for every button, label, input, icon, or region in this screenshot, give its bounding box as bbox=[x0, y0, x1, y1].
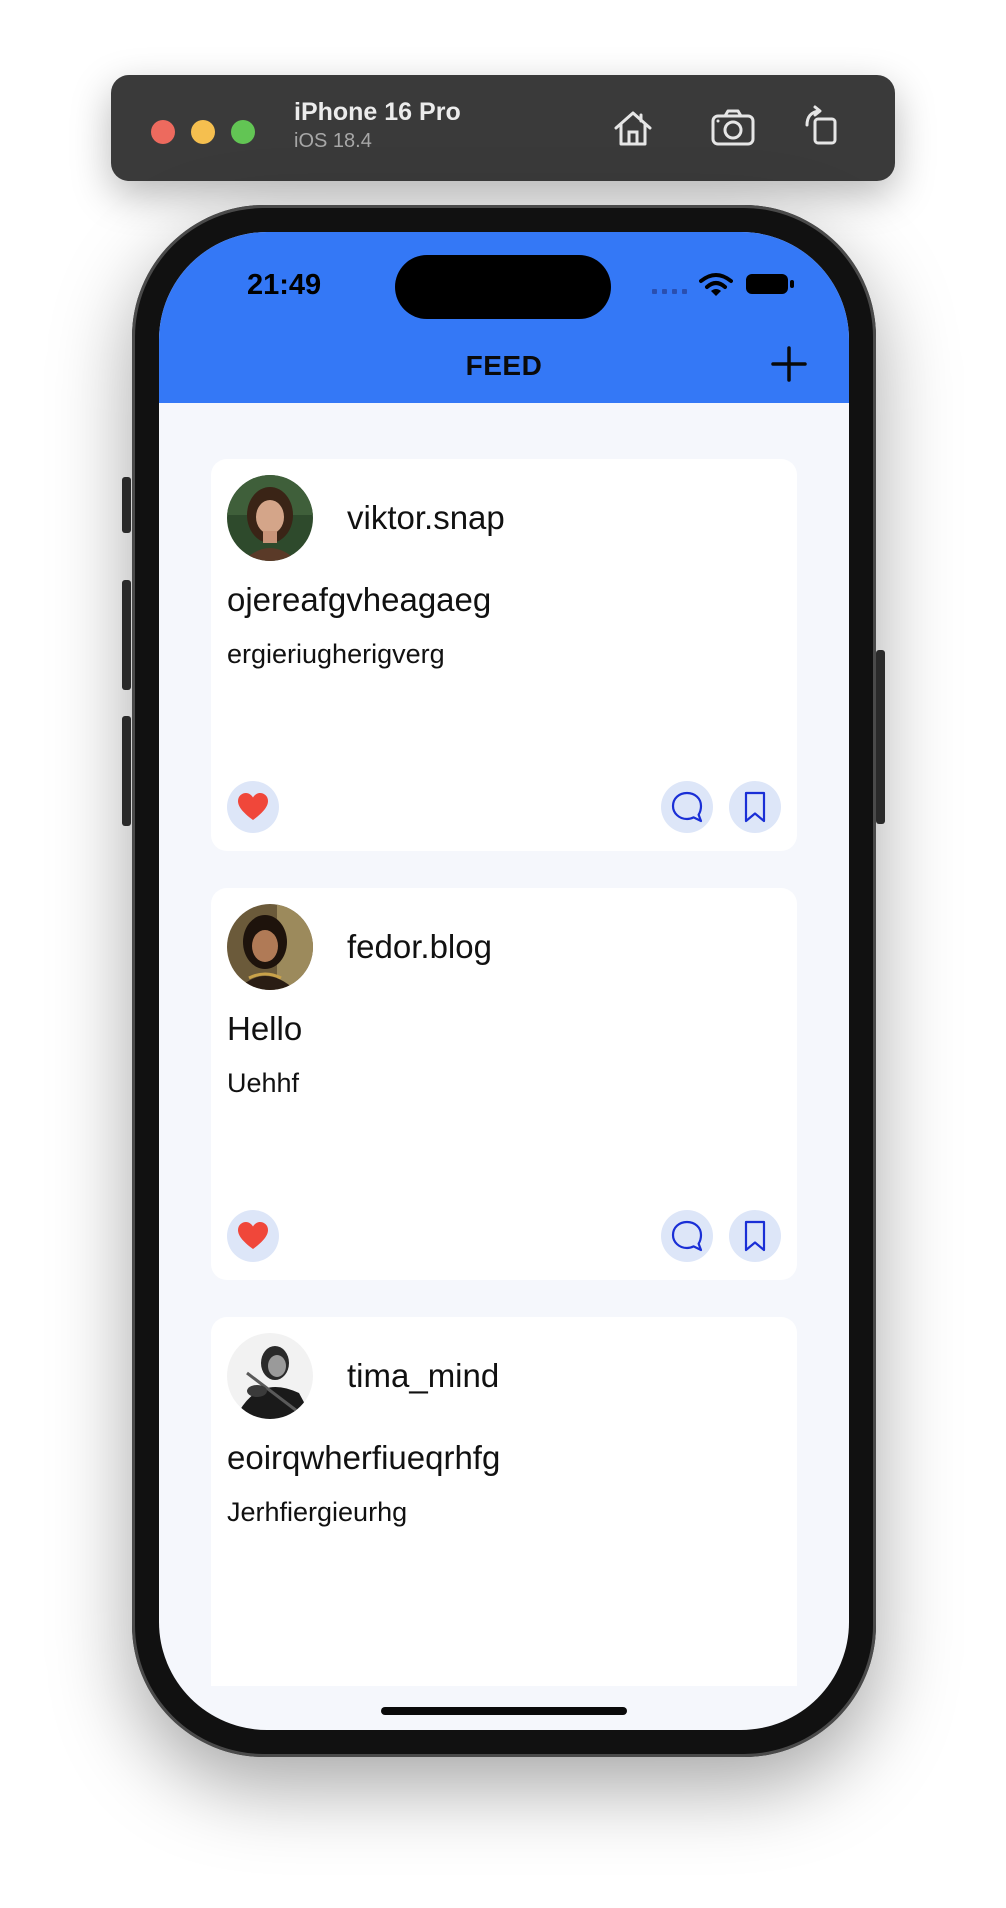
like-button[interactable] bbox=[227, 781, 279, 833]
bookmark-icon bbox=[744, 791, 766, 823]
phone-screen: 21:49 FEED viktor.snap ojereafgvheagaeg … bbox=[159, 232, 849, 1730]
post-card[interactable]: tima_mind eoirqwherfiueqrhfg Jerhfiergie… bbox=[211, 1317, 797, 1686]
simulator-toolbar: iPhone 16 Pro iOS 18.4 bbox=[111, 75, 895, 181]
bookmark-button[interactable] bbox=[729, 781, 781, 833]
home-icon bbox=[614, 111, 652, 146]
post-body: Uehhf bbox=[227, 1068, 300, 1098]
post-card[interactable]: fedor.blog Hello Uehhf bbox=[211, 888, 797, 1280]
feed-list[interactable]: viktor.snap ojereafgvheagaeg ergieriughe… bbox=[159, 403, 849, 1686]
add-post-button[interactable] bbox=[769, 344, 809, 384]
page-title: FEED bbox=[465, 350, 543, 381]
rotate-button[interactable] bbox=[797, 103, 847, 153]
os-version: iOS 18.4 bbox=[294, 130, 372, 152]
post-title: Hello bbox=[227, 1010, 303, 1047]
screenshot-button[interactable] bbox=[708, 103, 758, 153]
avatar[interactable] bbox=[227, 1333, 313, 1419]
plus-icon bbox=[771, 346, 807, 382]
like-button[interactable] bbox=[227, 1210, 279, 1262]
bookmark-button[interactable] bbox=[729, 1210, 781, 1262]
post-username[interactable]: fedor.blog bbox=[347, 928, 492, 966]
app-header: 21:49 FEED bbox=[159, 232, 849, 403]
close-window-button[interactable] bbox=[151, 120, 175, 144]
post-username[interactable]: viktor.snap bbox=[347, 499, 505, 537]
wifi-icon bbox=[699, 273, 733, 296]
phone-frame: 21:49 FEED viktor.snap ojereafgvheagaeg … bbox=[132, 205, 876, 1757]
screenshot-icon bbox=[711, 109, 755, 146]
bookmark-icon bbox=[744, 1220, 766, 1252]
heart-icon bbox=[238, 1222, 268, 1249]
post-title: ojereafgvheagaeg bbox=[227, 581, 492, 618]
action-button[interactable] bbox=[122, 477, 131, 533]
post-body: ergieriugherigverg bbox=[227, 639, 445, 669]
avatar[interactable] bbox=[227, 475, 313, 561]
dynamic-island bbox=[395, 255, 611, 319]
rotate-icon bbox=[805, 105, 837, 145]
device-name: iPhone 16 Pro bbox=[294, 98, 461, 126]
comment-button[interactable] bbox=[661, 1210, 713, 1262]
cellular-signal-icon bbox=[652, 289, 687, 294]
comment-icon bbox=[671, 791, 703, 823]
heart-icon bbox=[238, 793, 268, 820]
post-username[interactable]: tima_mind bbox=[347, 1357, 499, 1395]
comment-icon bbox=[671, 1220, 703, 1252]
battery-icon bbox=[746, 274, 794, 294]
volume-down-button[interactable] bbox=[122, 716, 131, 826]
avatar[interactable] bbox=[227, 904, 313, 990]
post-title: eoirqwherfiueqrhfg bbox=[227, 1439, 501, 1476]
home-indicator[interactable] bbox=[381, 1707, 627, 1715]
minimize-window-button[interactable] bbox=[191, 120, 215, 144]
post-card[interactable]: viktor.snap ojereafgvheagaeg ergieriughe… bbox=[211, 459, 797, 851]
power-button[interactable] bbox=[876, 650, 885, 824]
zoom-window-button[interactable] bbox=[231, 120, 255, 144]
volume-up-button[interactable] bbox=[122, 580, 131, 690]
status-time: 21:49 bbox=[247, 269, 322, 301]
comment-button[interactable] bbox=[661, 781, 713, 833]
post-body: Jerhfiergieurhg bbox=[227, 1497, 408, 1527]
home-button[interactable] bbox=[608, 103, 658, 153]
